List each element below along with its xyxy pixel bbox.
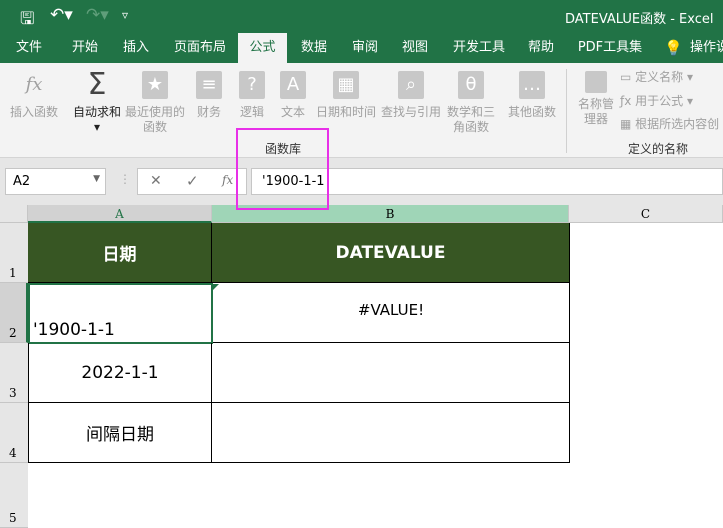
- ribbon: fx 插入函数 Σ 自动求和 ▾ ★ 最近使用的函数 ≡ 财务 ? 逻辑 A 文本 ▦ 日期和时…: [0, 63, 723, 158]
- tab-insert[interactable]: 插入: [113, 33, 159, 63]
- logical-button[interactable]: ? 逻辑: [235, 71, 269, 120]
- ellipsis-icon: …: [519, 71, 545, 99]
- cell-a2-selected[interactable]: '1900-1-1: [28, 283, 213, 344]
- label: 文本: [280, 105, 305, 119]
- tab-data[interactable]: 数据: [292, 33, 336, 63]
- undo-icon[interactable]: ↶▾: [50, 5, 73, 25]
- label: 财务: [196, 105, 221, 119]
- tab-help[interactable]: 帮助: [520, 33, 562, 63]
- tell-me-search[interactable]: 操作说: [690, 33, 723, 63]
- cell-b4[interactable]: [212, 403, 570, 463]
- coins-icon: ≡: [196, 71, 222, 99]
- lightbulb-icon: 💡: [664, 39, 683, 57]
- label: 其他函数: [507, 105, 556, 119]
- text-button[interactable]: A 文本: [276, 71, 310, 120]
- row-header-1[interactable]: 1: [0, 223, 28, 283]
- insert-function-icon[interactable]: fx: [222, 173, 233, 187]
- row-header-4[interactable]: 4: [0, 403, 28, 463]
- label: 名称管理器: [577, 97, 614, 126]
- cell-a1[interactable]: 日期: [28, 223, 212, 283]
- theta-icon: θ: [458, 71, 484, 99]
- magnifier-icon: ⌕: [398, 71, 424, 99]
- create-from-selection-button[interactable]: ▦ 根据所选内容创: [620, 117, 719, 132]
- text-a-icon: A: [280, 71, 306, 99]
- group-divider: [566, 69, 567, 153]
- label: 逻辑: [239, 105, 264, 119]
- label: 最近使用的函数: [124, 105, 185, 134]
- name-box[interactable]: A2 ▼: [5, 168, 106, 195]
- error-indicator-icon[interactable]: [213, 284, 219, 290]
- group-label-defined-names: 定义的名称: [628, 142, 689, 156]
- question-icon: ?: [239, 71, 265, 99]
- fx-icon: fx: [25, 74, 43, 95]
- save-icon[interactable]: 🖫: [20, 6, 34, 35]
- row-header-5[interactable]: 5: [0, 463, 28, 528]
- spreadsheet-grid: A B C 1 2 3 4 5 日期 DATEVALUE '1900-1-1 #…: [0, 205, 723, 528]
- recent-functions-button[interactable]: ★ 最近使用的函数: [124, 71, 186, 135]
- use-in-formula-button[interactable]: ƒx 用于公式 ▾: [620, 94, 693, 109]
- tab-home[interactable]: 开始: [60, 33, 110, 63]
- select-all-corner[interactable]: [0, 205, 28, 223]
- define-name-button[interactable]: ▭ 定义名称 ▾: [620, 70, 693, 85]
- name-manager-button[interactable]: 名称管理器: [576, 71, 616, 127]
- tab-pdf-tools[interactable]: PDF工具集: [574, 33, 646, 63]
- label: 自动求和: [72, 105, 121, 119]
- drag-handle[interactable]: ⋮: [119, 172, 131, 186]
- customize-qat-icon[interactable]: ▿: [122, 8, 128, 22]
- lookup-reference-button[interactable]: ⌕ 查找与引用: [380, 71, 442, 120]
- cell-b3[interactable]: [212, 343, 570, 403]
- sigma-icon: Σ: [87, 67, 107, 102]
- tab-developer[interactable]: 开发工具: [448, 33, 510, 63]
- cancel-icon[interactable]: ✕: [150, 173, 162, 189]
- highlight-box: [236, 128, 329, 210]
- label: 数学和三角函数: [446, 105, 495, 134]
- formula-buttons: ✕ ✓ fx: [137, 168, 247, 195]
- calendar-icon: ▦: [333, 71, 359, 99]
- label: 日期和时间: [315, 105, 376, 119]
- label: 插入函数: [9, 105, 58, 119]
- cell-b2[interactable]: #VALUE!: [213, 283, 570, 343]
- date-time-button[interactable]: ▦ 日期和时间: [314, 71, 378, 120]
- label: 用于公式: [635, 94, 684, 108]
- formula-bar-area: A2 ▼ ⋮ ✕ ✓ fx '1900-1-1: [0, 158, 723, 205]
- column-header-c[interactable]: C: [569, 205, 723, 223]
- autosum-button[interactable]: Σ 自动求和 ▾: [70, 67, 124, 135]
- enter-icon[interactable]: ✓: [186, 172, 199, 190]
- tab-view[interactable]: 视图: [393, 33, 437, 63]
- name-box-value: A2: [13, 174, 31, 189]
- cell-a4[interactable]: 间隔日期: [28, 403, 212, 463]
- chevron-down-icon[interactable]: ▼: [93, 174, 100, 184]
- label: 定义名称: [635, 70, 684, 84]
- column-header-a[interactable]: A: [28, 205, 212, 223]
- cell-a3[interactable]: 2022-1-1: [28, 343, 212, 403]
- ribbon-tabs: 文件 开始 插入 页面布局 公式 数据 审阅 视图 开发工具 帮助 PDF工具集…: [0, 33, 723, 63]
- cell-b1[interactable]: DATEVALUE: [212, 223, 570, 283]
- financial-button[interactable]: ≡ 财务: [192, 71, 226, 120]
- window-title: DATEVALUE函数 - Excel: [565, 12, 714, 27]
- tab-review[interactable]: 审阅: [343, 33, 387, 63]
- label: 查找与引用: [380, 105, 441, 119]
- tab-page-layout[interactable]: 页面布局: [170, 33, 230, 63]
- insert-function-button[interactable]: fx 插入函数: [6, 71, 62, 120]
- tab-formulas[interactable]: 公式: [238, 33, 287, 63]
- row-header-3[interactable]: 3: [0, 343, 28, 403]
- tab-file[interactable]: 文件: [6, 33, 52, 63]
- title-bar: 🖫 ↶▾ ↷▾ ▿ DATEVALUE函数 - Excel: [0, 0, 723, 33]
- label: 根据所选内容创: [635, 117, 720, 131]
- redo-icon[interactable]: ↷▾: [86, 5, 109, 25]
- more-functions-button[interactable]: … 其他函数: [506, 71, 558, 120]
- name-manager-icon: [585, 71, 607, 93]
- row-header-2[interactable]: 2: [0, 283, 28, 343]
- star-icon: ★: [142, 71, 168, 99]
- math-trig-button[interactable]: θ 数学和三角函数: [446, 71, 496, 135]
